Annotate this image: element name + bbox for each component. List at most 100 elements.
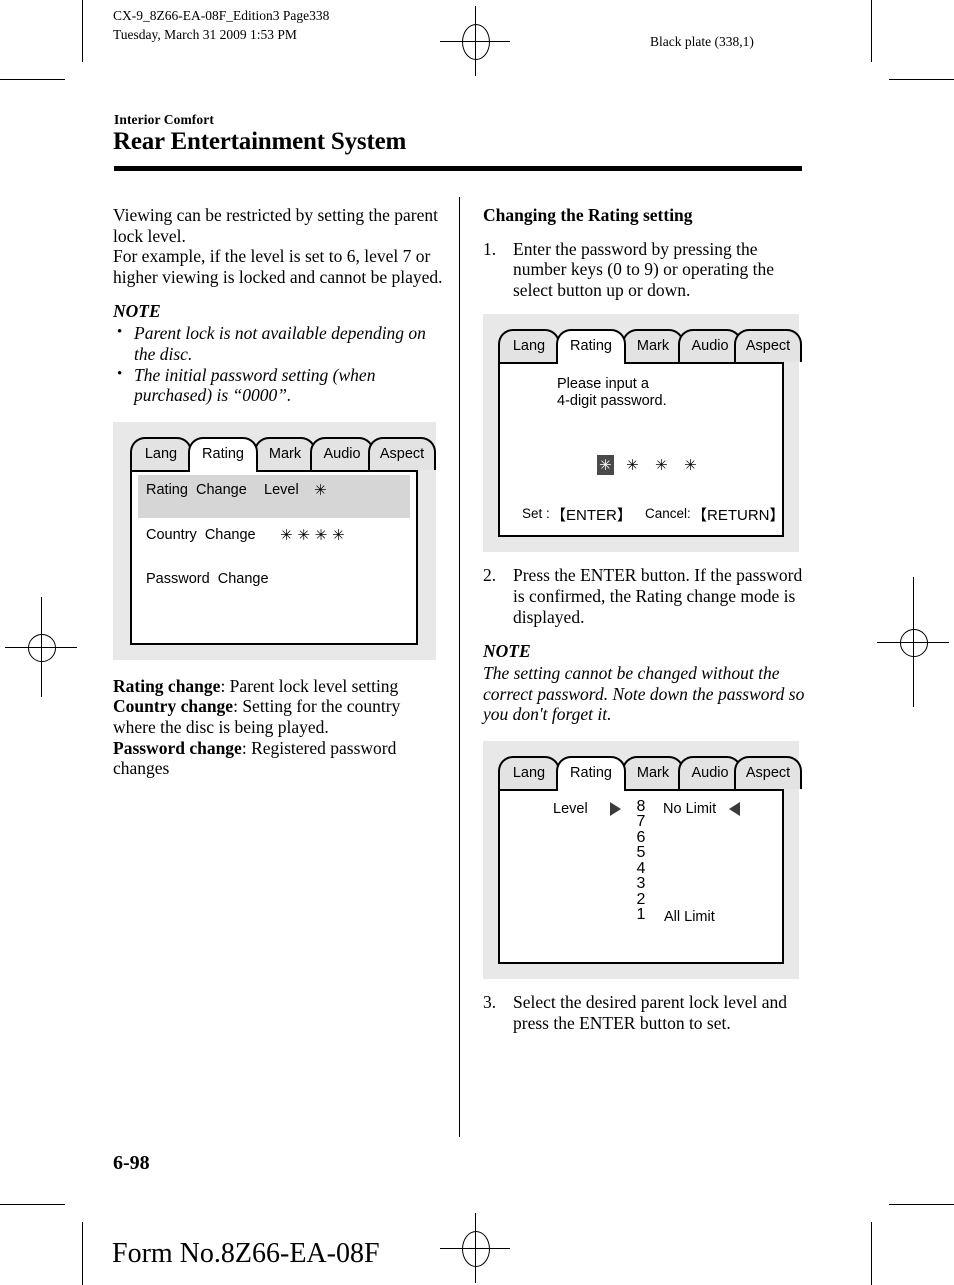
menu-row-rating-change-label[interactable]: Rating Change [146, 482, 247, 498]
column-divider [459, 197, 460, 1137]
password-digit-3[interactable]: ✳ [655, 456, 668, 474]
tab-aspect[interactable]: Aspect [368, 436, 436, 470]
tab-label: Lang [512, 338, 546, 355]
tab-label: Mark [268, 445, 302, 462]
tab-audio[interactable]: Audio [678, 329, 742, 363]
tab-label: Audio [691, 338, 729, 355]
note-heading: NOTE [113, 301, 161, 322]
tab-label: Mark [636, 764, 670, 781]
right-column: Changing the Rating setting 1. Enter the … [483, 205, 813, 1033]
cursor-right-arrow-icon [610, 801, 621, 816]
password-digit-2[interactable]: ✳ [626, 456, 639, 474]
menu-row-rating-level-label: Level [264, 481, 299, 498]
step-number: 2. [483, 565, 497, 586]
level-option-6[interactable]: 6 [634, 830, 648, 846]
tab-label: Aspect [745, 764, 791, 781]
left-column: Viewing can be restricted by setting the… [113, 205, 443, 779]
figure-rating-menu: Lang Rating Mark Audio Aspect Rating Cha… [113, 421, 436, 660]
tab-label: Audio [691, 764, 729, 781]
set-key-button[interactable]: 【ENTER】 [551, 504, 632, 525]
active-tab-notch [558, 361, 624, 366]
definition-rating-change: Rating change: Parent lock level setting [113, 676, 443, 697]
intro-paragraph-1: Viewing can be restricted by setting the… [113, 205, 439, 246]
level-option-8[interactable]: 8 [634, 799, 648, 815]
tab-rating[interactable]: Rating [556, 329, 626, 365]
step-number: 1. [483, 238, 497, 259]
definition-term: Country change [113, 696, 234, 717]
tab-audio[interactable]: Audio [678, 755, 742, 789]
intro-paragraph-2: For example, if the level is set to 6, l… [113, 246, 443, 287]
tab-label: Aspect [745, 338, 791, 355]
res-screen: Lang Rating Mark Audio Aspect Level 8 7 … [498, 755, 802, 964]
tab-mark[interactable]: Mark [254, 436, 316, 470]
tab-audio[interactable]: Audio [310, 436, 374, 470]
password-prompt-line-2: 4-digit password. [557, 393, 667, 410]
note-list-item: Parent lock is not available depending o… [113, 322, 443, 364]
password-prompt-line-1: Please input a [557, 376, 649, 393]
tab-label: Lang [512, 764, 546, 781]
step-3: 3. Select the desired parent lock level a… [483, 992, 813, 1033]
tab-mark[interactable]: Mark [622, 329, 684, 363]
tab-label: Rating [202, 445, 244, 462]
cursor-left-arrow-icon [729, 801, 740, 816]
cancel-key-label: Cancel: [645, 506, 691, 522]
steps-list-part3: 3. Select the desired parent lock level a… [483, 992, 813, 1033]
tab-aspect[interactable]: Aspect [734, 329, 802, 363]
section-eyebrow: Interior Comfort [114, 112, 214, 127]
level-label: Level [553, 800, 588, 817]
tab-label: Audio [323, 445, 361, 462]
note-heading: NOTE [483, 641, 531, 662]
tab-rating[interactable]: Rating [188, 436, 258, 472]
step-2: 2. Press the ENTER button. If the passwor… [483, 565, 813, 627]
tab-lang[interactable]: Lang [498, 755, 560, 789]
level-list[interactable]: 8 7 6 5 4 3 2 1 [634, 799, 648, 923]
tab-label: Rating [570, 764, 612, 781]
definitions-block: Rating change: Parent lock level setting… [113, 676, 443, 779]
page-title: Rear Entertainment System [113, 128, 407, 155]
tab-label: Rating [570, 338, 612, 355]
form-number: Form No.8Z66-EA-08F [112, 1238, 380, 1269]
level-option-7[interactable]: 7 [634, 814, 648, 830]
res-screen: Lang Rating Mark Audio Aspect Rating Cha… [130, 436, 436, 645]
level-option-2[interactable]: 2 [634, 892, 648, 908]
note-list-item: The initial password setting (when purch… [113, 364, 443, 406]
page-content: Interior Comfort Rear Entertainment Syst… [0, 0, 954, 1285]
step-text: Select the desired parent lock level and… [513, 991, 788, 1033]
tab-aspect[interactable]: Aspect [734, 755, 802, 789]
title-rule [114, 166, 802, 171]
menu-row-rating-level-value: ✳ [314, 480, 327, 499]
figure-level-select: Lang Rating Mark Audio Aspect Level 8 7 … [483, 740, 802, 979]
definition-text: : Parent lock level setting [220, 675, 399, 696]
level-option-4[interactable]: 4 [634, 861, 648, 877]
step-1: 1. Enter the password by pressing the num… [483, 239, 813, 301]
steps-list-part2: 2. Press the ENTER button. If the passwor… [483, 565, 813, 627]
res-screen: Lang Rating Mark Audio Aspect Please inp… [498, 329, 802, 538]
password-digit-4[interactable]: ✳ [684, 456, 697, 474]
note-list: Parent lock is not available depending o… [113, 322, 443, 406]
definition-country-change: Country change: Setting for the country … [113, 696, 443, 737]
password-digit-1-selected[interactable]: ✳ [597, 455, 614, 476]
menu-row-country-value: ✳ ✳ ✳ ✳ [280, 525, 345, 544]
menu-row-country-change-label[interactable]: Country Change [146, 527, 256, 543]
level-top-limit-label: No Limit [663, 800, 717, 817]
menu-row-password-change-label[interactable]: Password Change [146, 571, 269, 587]
level-option-5[interactable]: 5 [634, 845, 648, 861]
cancel-key-button[interactable]: 【RETURN】 [692, 504, 785, 525]
note-body: The setting cannot be changed without th… [483, 663, 805, 725]
step-text: Press the ENTER button. If the password … [513, 565, 803, 627]
tab-lang[interactable]: Lang [498, 329, 560, 363]
tab-label: Lang [144, 445, 178, 462]
tab-lang[interactable]: Lang [130, 436, 192, 470]
figure-password-input: Lang Rating Mark Audio Aspect Please inp… [483, 314, 802, 553]
step-number: 3. [483, 991, 497, 1012]
level-option-3[interactable]: 3 [634, 876, 648, 892]
definition-term: Rating change [113, 675, 221, 696]
level-bottom-limit-label: All Limit [664, 908, 715, 925]
active-tab-notch [558, 787, 624, 792]
tab-rating[interactable]: Rating [556, 755, 626, 791]
definition-password-change: Password change: Registered password cha… [113, 738, 443, 779]
tab-label: Aspect [379, 445, 425, 462]
tab-mark[interactable]: Mark [622, 755, 684, 789]
active-tab-notch [190, 468, 256, 473]
level-option-1[interactable]: 1 [634, 907, 648, 923]
